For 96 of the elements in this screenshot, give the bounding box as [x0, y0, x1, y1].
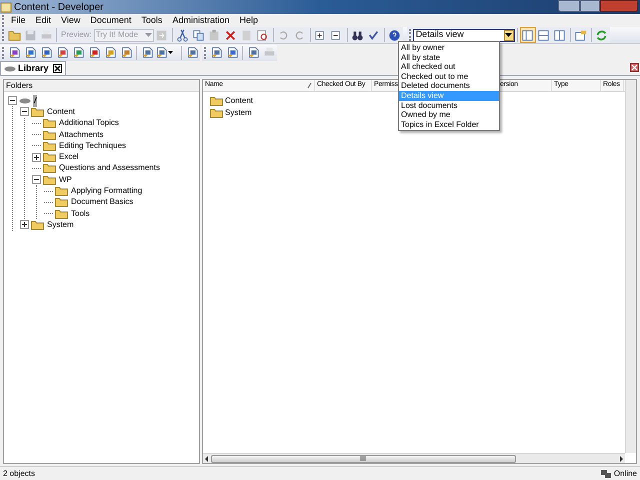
minimize-button[interactable] [558, 0, 580, 12]
collapse-icon[interactable] [32, 175, 41, 184]
app-icon [0, 1, 12, 13]
document-icon[interactable] [8, 46, 20, 59]
folder-icon [43, 118, 56, 128]
folder-icon [210, 108, 223, 118]
menu-item[interactable]: View [56, 14, 86, 28]
folder-icon [31, 106, 44, 117]
menu-item[interactable]: Help [234, 14, 263, 28]
list-item[interactable]: System [225, 107, 252, 119]
menu-item[interactable]: Tools [136, 14, 168, 28]
split-horizontal-icon[interactable] [537, 28, 550, 42]
preview-label: Preview: [60, 29, 93, 41]
view-dropdown[interactable]: Details view [412, 28, 515, 42]
window-title: Content - Developer [14, 0, 104, 14]
folder-icon [55, 197, 68, 208]
left-arrow-icon [203, 454, 211, 462]
list-item[interactable]: Content [225, 95, 254, 107]
document-icon[interactable] [104, 46, 116, 59]
delete-icon[interactable] [224, 28, 238, 42]
window-icon[interactable] [574, 28, 588, 42]
details-view-icon[interactable] [521, 28, 534, 42]
close-icon[interactable] [54, 65, 61, 72]
tree-item[interactable]: Applying Formatting [70, 185, 144, 198]
dropdown-option[interactable]: Checked out to me [399, 72, 499, 82]
magnifier-icon[interactable] [256, 28, 270, 42]
folder-icon [31, 220, 44, 230]
document-icon[interactable] [140, 46, 154, 59]
copy-icon[interactable] [192, 28, 206, 42]
menu-item[interactable]: File [6, 14, 31, 28]
document-icon[interactable] [24, 46, 36, 59]
library-tab[interactable]: Library [0, 61, 66, 75]
document-icon[interactable] [210, 46, 222, 59]
tree-item[interactable]: Questions and Assessments [58, 162, 161, 174]
binoculars-icon[interactable] [351, 28, 364, 42]
dropdown-option[interactable]: All by state [399, 52, 499, 62]
dropdown-option[interactable]: All checked out [399, 62, 499, 72]
document-icon[interactable] [72, 46, 84, 59]
collapse-icon[interactable] [20, 107, 29, 116]
folder-icon [210, 96, 223, 106]
dropdown-option[interactable]: Lost documents [399, 100, 499, 110]
document-icon[interactable] [246, 46, 260, 59]
folder-icon [55, 208, 68, 219]
expand-icon[interactable] [20, 220, 29, 230]
tree-item[interactable]: System [46, 218, 75, 231]
checkmark-icon[interactable] [367, 28, 380, 42]
scrollbar[interactable] [625, 80, 636, 453]
menu-item[interactable]: Document [85, 14, 136, 28]
document-icon[interactable] [186, 46, 198, 59]
document-icon[interactable] [56, 46, 68, 59]
menu-item[interactable]: Edit [30, 14, 56, 28]
drive-icon [19, 96, 31, 106]
scissors-icon[interactable] [176, 28, 190, 42]
tree-item[interactable]: Additional Topics [58, 117, 120, 130]
network-icon [600, 468, 612, 478]
expand-icon[interactable] [32, 152, 41, 162]
tree-item[interactable]: / [33, 94, 38, 107]
split-vertical-icon[interactable] [553, 28, 566, 42]
folder-icon [43, 140, 56, 151]
maximize-button[interactable] [580, 0, 600, 12]
panel-header: Folders [4, 80, 199, 92]
folder-icon [43, 152, 56, 162]
folder-icon [43, 130, 56, 140]
drive-icon [4, 64, 16, 72]
caret-icon [505, 32, 512, 38]
grip-icon [360, 456, 367, 461]
dropdown-option[interactable]: All by owner [399, 43, 499, 53]
caret-icon [168, 50, 173, 54]
dropdown-option[interactable]: Deleted documents [399, 81, 499, 91]
caret-icon [144, 32, 153, 38]
tree-item[interactable]: Attachments [58, 128, 104, 141]
folder-icon [43, 163, 56, 174]
help-icon[interactable] [388, 28, 402, 42]
right-arrow-icon [617, 454, 625, 462]
dropdown-option[interactable]: Owned by me [399, 110, 499, 120]
scrollbar[interactable] [203, 453, 625, 463]
document-icon[interactable] [40, 46, 52, 59]
refresh-icon[interactable] [595, 28, 608, 42]
folder-icon [55, 186, 68, 196]
connection-status: Online [614, 468, 637, 480]
menu-item[interactable]: Administration [167, 14, 234, 28]
status-text: 2 objects [3, 468, 36, 480]
tree-item[interactable]: Editing Techniques [58, 140, 128, 152]
tree-item[interactable]: Document Basics [70, 196, 134, 208]
tree-item[interactable]: Tools [70, 208, 91, 220]
document-icon[interactable] [155, 46, 168, 59]
document-icon[interactable] [226, 46, 238, 59]
clipboard-icon[interactable] [208, 28, 222, 42]
tree-item[interactable]: Content [46, 106, 76, 118]
folder-icon [43, 174, 56, 185]
document-icon[interactable] [88, 46, 100, 59]
document-icon[interactable] [120, 46, 132, 59]
tree-item[interactable]: Excel [58, 151, 80, 164]
dropdown-option[interactable]: Topics in Excel Folder [399, 120, 499, 130]
tree-item[interactable]: WP [58, 174, 73, 186]
collapse-icon[interactable] [8, 96, 17, 106]
